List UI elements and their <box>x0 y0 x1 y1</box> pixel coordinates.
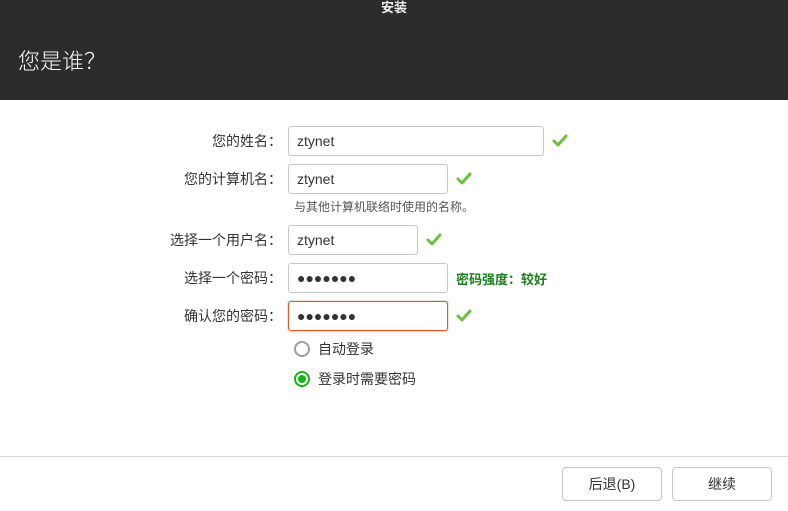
radio-require-password[interactable]: 登录时需要密码 <box>294 369 788 389</box>
footer-bar: 后退(B) 继续 <box>0 456 788 511</box>
check-icon <box>456 308 472 324</box>
username-label: 选择一个用户名： <box>0 230 288 250</box>
continue-button[interactable]: 继续 <box>672 467 772 501</box>
check-icon <box>456 171 472 187</box>
radio-require-password-label: 登录时需要密码 <box>318 369 416 389</box>
window-title: 安装 <box>381 0 407 16</box>
hostname-input[interactable] <box>288 164 448 194</box>
page-header: 您是谁？ <box>0 24 788 100</box>
password-label: 选择一个密码： <box>0 268 288 288</box>
hostname-hint: 与其他计算机联络时使用的名称。 <box>294 198 788 215</box>
check-icon <box>426 232 442 248</box>
radio-auto-login-label: 自动登录 <box>318 339 374 359</box>
login-options: 自动登录 登录时需要密码 <box>294 339 788 389</box>
confirm-password-input[interactable] <box>288 301 448 331</box>
form-area: 您的姓名： 您的计算机名： 与其他计算机联络时使用的名称。 选择一个用户名： 选… <box>0 100 788 389</box>
check-icon <box>552 133 568 149</box>
back-button[interactable]: 后退(B) <box>562 467 662 501</box>
window-titlebar: 安装 <box>0 0 788 24</box>
radio-icon <box>294 371 310 387</box>
username-input[interactable] <box>288 225 418 255</box>
hostname-label: 您的计算机名： <box>0 169 288 189</box>
radio-auto-login[interactable]: 自动登录 <box>294 339 788 359</box>
page-title: 您是谁？ <box>18 44 106 76</box>
password-input[interactable] <box>288 263 448 293</box>
radio-icon <box>294 341 310 357</box>
name-input[interactable] <box>288 126 544 156</box>
confirm-label: 确认您的密码： <box>0 306 288 326</box>
password-strength: 密码强度：较好 <box>456 269 547 288</box>
name-label: 您的姓名： <box>0 131 288 151</box>
